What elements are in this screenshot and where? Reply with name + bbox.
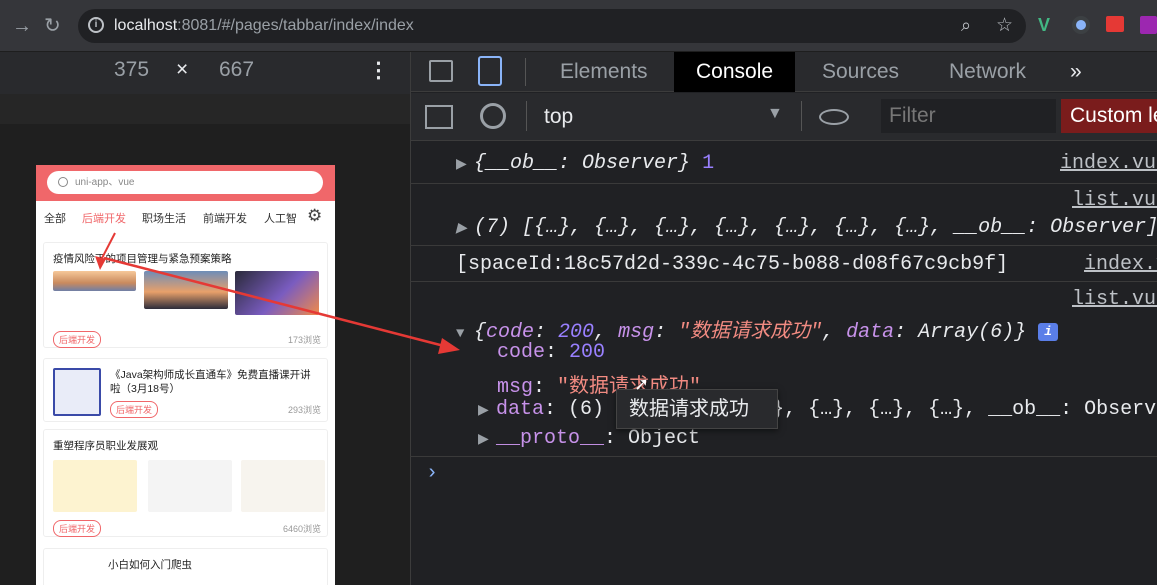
annotation-arrowhead: [438, 338, 460, 354]
annotation-arrow-long: [103, 256, 449, 349]
annotation-arrows: [95, 232, 460, 354]
